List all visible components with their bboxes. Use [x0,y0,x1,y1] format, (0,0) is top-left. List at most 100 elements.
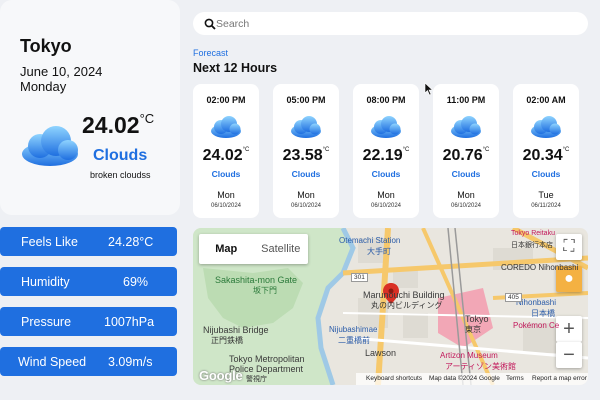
stat-feels-like: Feels Like 24.28°C [0,227,177,256]
city-name: Tokyo [20,36,72,56]
map-label-kamitsu: Tokyo Reitaku [511,230,555,237]
map-label-nihonbashi-jp: 日本橋 [531,309,555,318]
forecast-time: 05:00 PM [286,95,326,105]
cloud-icon [451,116,481,138]
cloud-icon [22,126,78,166]
forecast-condition: Clouds [291,169,321,179]
map-label-pokemon: Pokémon Ce [513,321,560,330]
map-type-map-button[interactable]: Map [199,234,254,264]
forecast-day: Tue [538,190,554,200]
fullscreen-icon: ⛶ [563,238,575,255]
stat-value: 1007hPa [104,315,155,329]
map-label-nijubashimae: Nijubashimae [329,325,378,334]
current-temperature: 24.02°C [82,111,155,138]
map-label-tokyo-station: Tokyo [465,314,489,324]
cloud-icon [371,116,401,138]
fullscreen-button[interactable]: ⛶ [556,234,582,260]
map-label-coredo: COREDO Nihonbashi [501,263,579,272]
map-label-nihonbashi: Nihonbashi [516,298,557,307]
map-label-sakashita-jp: 坂下門 [253,286,277,295]
forecast-card: 08:00 PM 22.19°C Clouds Mon 06/10/2024 [353,84,419,218]
forecast-time: 11:00 PM [446,95,486,105]
forecast-date: 06/10/2024 [290,203,322,209]
forecast-condition: Clouds [371,169,401,179]
keyboard-shortcuts-link[interactable]: Keyboard shortcuts [366,375,422,382]
stat-label: Humidity [21,275,70,289]
forecast-temperature: 24.02°C [202,147,250,164]
forecast-condition: Clouds [531,169,561,179]
forecast-condition: Clouds [451,169,481,179]
search-icon [204,18,216,30]
map-label-artizon: Artizon Museum [440,351,498,360]
search-bar [193,12,588,35]
stat-value: 69% [123,275,149,289]
stat-label: Feels Like [21,235,78,249]
forecast-temperature: 22.19°C [362,147,410,164]
map-view[interactable]: Map Satellite ⛶ ● + − Otemachi Station 大… [193,228,588,385]
stat-label: Wind Speed [18,355,87,369]
forecast-title: Next 12 Hours [193,61,278,75]
forecast-day: Mon [377,190,395,200]
forecast-date: 06/11/2024 [531,203,561,209]
forecast-condition: Clouds [211,169,241,179]
map-road-301: 301 [351,273,368,282]
current-weekday: Monday [20,79,67,94]
current-condition: Clouds [93,147,148,164]
forecast-temperature: 20.34°C [522,147,570,164]
map-footer: Keyboard shortcuts Map data ©2024 Google… [193,373,588,385]
stat-wind-speed: Wind Speed 3.09m/s [0,347,177,376]
forecast-date: 06/10/2024 [450,203,482,209]
forecast-card: 11:00 PM 20.76°C Clouds Mon 06/10/2024 [433,84,499,218]
map-label-nijubashi: Nijubashi Bridge [203,325,269,335]
forecast-card: 02:00 PM 24.02°C Clouds Mon 06/10/2024 [193,84,259,218]
forecast-date: 06/10/2024 [210,203,242,209]
map-type-control: Map Satellite [199,234,308,264]
forecast-date: 06/10/2024 [370,203,402,209]
map-label-bank: 日本銀行本店 [511,242,553,249]
forecast-day: Mon [297,190,315,200]
zoom-out-button[interactable]: − [556,342,582,368]
map-label-artizon-jp: アーティゾン美術館 [445,362,517,371]
mouse-cursor-icon [424,82,434,96]
map-label-tokyo-jp: 東京 [465,325,481,334]
forecast-time: 02:00 AM [526,95,566,105]
map-label-nijubashi-jp: 正門鉄橋 [211,336,243,345]
forecast-day: Mon [457,190,475,200]
stat-label: Pressure [21,315,72,329]
cloud-icon [531,116,561,138]
forecast-card: 05:00 PM 23.58°C Clouds Mon 06/10/2024 [273,84,339,218]
stat-value: 3.09m/s [108,355,153,369]
terms-link[interactable]: Terms [506,375,524,382]
zoom-in-button[interactable]: + [556,316,582,342]
forecast-day: Mon [217,190,235,200]
forecast-temperature: 20.76°C [442,147,490,164]
forecast-temperature: 23.58°C [282,147,330,164]
current-date: June 10, 2024 [20,64,103,79]
current-description: broken cloudss [90,170,151,180]
minus-icon: − [563,343,575,366]
report-map-error-link[interactable]: Report a map error [532,375,587,382]
map-type-satellite-button[interactable]: Satellite [254,234,309,264]
forecast-time: 02:00 PM [206,95,246,105]
map-data-text: Map data ©2024 Google [429,375,500,382]
search-input[interactable] [216,15,576,32]
map-label-marunouchi-jp: 丸の内ビルディング [371,301,443,310]
map-road-405: 405 [505,293,522,302]
cloud-icon [291,116,321,138]
map-label-lawson: Lawson [365,348,397,358]
cloud-icon [211,116,241,138]
pegman-icon: ● [564,270,574,287]
map-label-marunouchi: Marunouchi Building [363,290,445,300]
stat-value: 24.28°C [108,235,154,249]
stat-humidity: Humidity 69% [0,267,177,296]
map-label-otemachi: Otemachi Station [339,236,401,245]
stat-pressure: Pressure 1007hPa [0,307,177,336]
forecast-time: 08:00 PM [366,95,406,105]
plus-icon: + [563,317,575,340]
forecast-label: Forecast [193,48,229,58]
map-label-otemachi-jp: 大手町 [367,247,391,256]
current-weather-card: Tokyo June 10, 2024 Monday 24.02°C Cloud… [0,0,180,215]
map-label-metro: Tokyo Metropolitan [229,354,305,364]
forecast-card: 02:00 AM 20.34°C Clouds Tue 06/11/2024 [513,84,579,218]
map-label-nijubashimae-jp: 二重橋前 [338,336,370,345]
